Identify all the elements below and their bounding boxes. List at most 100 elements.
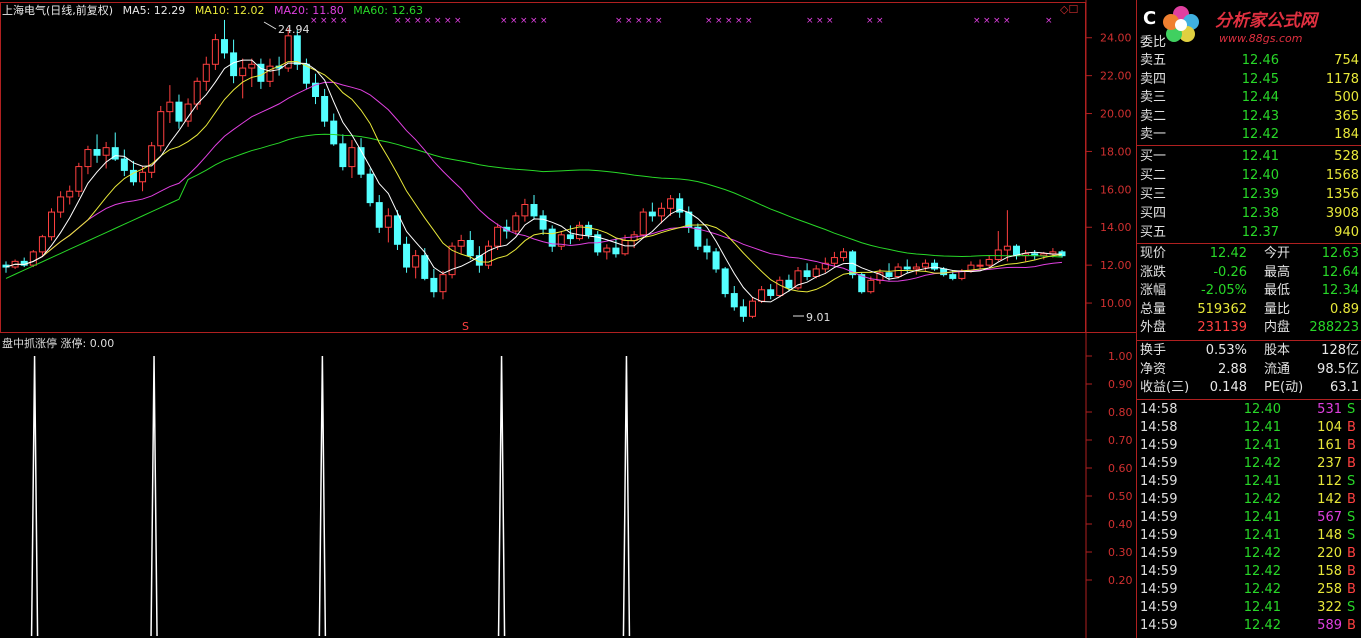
candle-body — [885, 272, 893, 278]
price-tick-label: 12.00 — [1100, 259, 1132, 272]
candle-body — [457, 240, 465, 247]
trade-time: 14:59 — [1140, 564, 1178, 579]
trade-time: 14:58 — [1140, 402, 1178, 417]
trade-price: 12.42 — [1243, 582, 1281, 597]
bid-price: 12.39 — [1241, 187, 1279, 202]
trade-side: B — [1347, 420, 1356, 435]
candle-body — [1012, 245, 1020, 257]
signal-x-mark: × — [816, 16, 824, 26]
trade-row[interactable]: 14:59 12.41 322 S — [1137, 599, 1361, 617]
candle-body — [430, 277, 438, 293]
divider — [1137, 145, 1361, 146]
candle-body — [330, 120, 338, 145]
trade-time: 14:59 — [1140, 546, 1178, 561]
high-price-label: 24.94 — [278, 23, 310, 36]
trade-row[interactable]: 14:59 12.41 567 S — [1137, 509, 1361, 527]
candle-body — [239, 67, 247, 77]
ask-row[interactable]: 卖四 12.45 1178 — [1137, 71, 1361, 89]
trade-row[interactable]: 14:59 12.42 258 B — [1137, 581, 1361, 599]
stat-label: 换手 — [1140, 343, 1167, 358]
kline-chart-svg[interactable]: 24.00 22.00 20.00 18.00 16.00 14.00 12.00 10.00… — [0, 0, 1136, 638]
logo: C 分析家公式网 www.88gs.com — [1139, 0, 1361, 45]
bid-row[interactable]: 买三 12.39 1356 — [1137, 186, 1361, 204]
candle-body — [748, 300, 756, 317]
ask-row[interactable]: 卖三 12.44 500 — [1137, 89, 1361, 107]
signal-x-mark: × — [625, 16, 633, 26]
candle-body — [712, 251, 720, 270]
candle-body — [621, 240, 629, 255]
trade-row[interactable]: 14:58 12.40 531 S — [1137, 401, 1361, 419]
trade-row[interactable]: 14:59 12.41 161 B — [1137, 437, 1361, 455]
trade-row[interactable]: 14:59 12.42 589 B — [1137, 617, 1361, 635]
signal-x-mark: × — [826, 16, 834, 26]
bid-price: 12.40 — [1241, 168, 1279, 183]
trade-row[interactable]: 14:59 12.41 148 S — [1137, 527, 1361, 545]
candle-body — [612, 247, 620, 255]
quote-value: -2.05% — [1201, 283, 1247, 298]
indicator-tick-label: 0.40 — [1108, 518, 1133, 531]
price-tick-label: 18.00 — [1100, 145, 1132, 158]
bid-row[interactable]: 买五 12.37 940 — [1137, 224, 1361, 242]
ask-price: 12.45 — [1241, 71, 1279, 87]
ma10-legend: MA10: 12.02 — [194, 4, 265, 17]
ask-row[interactable]: 卖一 12.42 184 — [1137, 126, 1361, 144]
candle-body — [985, 258, 993, 266]
quote-row: 现价 12.42 今开 12.63 — [1137, 245, 1361, 263]
candle-body — [348, 147, 356, 168]
trade-row[interactable]: 14:59 12.42 158 B — [1137, 563, 1361, 581]
bid-row[interactable]: 买四 12.38 3908 — [1137, 205, 1361, 223]
quote-label: 最低 — [1264, 283, 1291, 298]
ask-row[interactable]: 卖五 12.46 754 — [1137, 52, 1361, 70]
trade-volume: 220 — [1317, 546, 1342, 561]
candle-body — [84, 149, 92, 168]
quote-label: 最高 — [1264, 264, 1291, 280]
stat-value: 98.5亿 — [1317, 361, 1359, 377]
candle-body — [785, 279, 793, 289]
trade-side: S — [1347, 474, 1356, 489]
trade-volume: 148 — [1317, 528, 1342, 543]
bid-row[interactable]: 买二 12.40 1568 — [1137, 167, 1361, 185]
window-control-icons[interactable]: ◇☐ — [1060, 3, 1078, 16]
trade-side: B — [1347, 546, 1356, 561]
bid-row[interactable]: 买一 12.41 528 — [1137, 148, 1361, 166]
ask-volume: 754 — [1334, 53, 1359, 68]
quote-label: 内盘 — [1264, 320, 1291, 335]
trade-side: S — [1347, 600, 1356, 615]
chart-area[interactable]: 24.00 22.00 20.00 18.00 16.00 14.00 12.00 10.00… — [0, 0, 1136, 638]
quote-label: 今开 — [1264, 246, 1291, 261]
indicator-tick-label: 1.00 — [1108, 350, 1133, 363]
candle-body — [421, 255, 429, 279]
indicator-tick-label: 0.60 — [1108, 462, 1133, 475]
stat-value: 128亿 — [1321, 343, 1359, 358]
quote-value: 12.34 — [1321, 283, 1359, 298]
trade-row[interactable]: 14:59 12.42 142 B — [1137, 491, 1361, 509]
candle-body — [321, 95, 329, 122]
trade-side: B — [1347, 618, 1356, 633]
quote-row: 涨跌 -0.26 最高 12.64 — [1137, 264, 1361, 282]
candle-body — [694, 226, 702, 247]
trade-row[interactable]: 14:59 12.42 237 B — [1137, 455, 1361, 473]
indicator-tick-label: 0.50 — [1108, 490, 1133, 503]
ask-price: 12.46 — [1241, 53, 1279, 68]
quote-value: 288223 — [1309, 320, 1359, 335]
trade-row[interactable]: 14:59 12.41 112 S — [1137, 473, 1361, 491]
candle-body — [767, 289, 775, 296]
bid-price: 12.41 — [1241, 149, 1279, 164]
signal-x-mark: × — [635, 16, 643, 26]
trade-volume: 104 — [1317, 420, 1342, 435]
signal-x-mark: × — [983, 16, 991, 26]
candle-body — [667, 198, 675, 209]
candle-body — [466, 240, 474, 257]
candle-body — [648, 211, 656, 217]
signal-x-mark: × — [520, 16, 528, 26]
trade-row[interactable]: 14:58 12.41 104 B — [1137, 419, 1361, 437]
candle-body — [921, 262, 929, 268]
signal-x-mark: × — [876, 16, 884, 26]
trade-row[interactable]: 14:59 12.42 220 B — [1137, 545, 1361, 563]
candle-body — [66, 190, 74, 198]
trade-price: 12.42 — [1243, 546, 1281, 561]
ask-row[interactable]: 卖二 12.43 365 — [1137, 108, 1361, 126]
candle-body — [393, 215, 401, 245]
stat-value: 0.148 — [1209, 380, 1247, 395]
stat-row: 收益(三) 0.148 PE(动) 63.1 — [1137, 379, 1361, 397]
